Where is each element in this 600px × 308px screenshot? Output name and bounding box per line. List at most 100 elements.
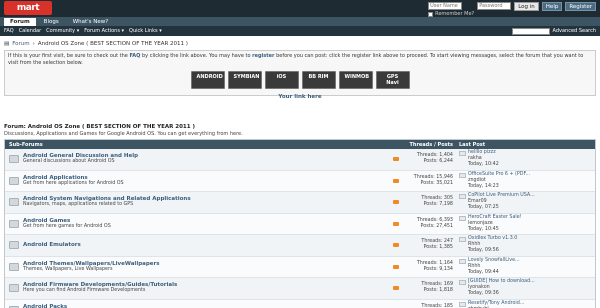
subforum-info: Android General Discussion and Help Gener… [23,153,393,165]
subforum-stats: Threads: 1,404 Posts: 6,244 [401,153,459,165]
nav-quick-links[interactable]: Quick Links ▾ [129,28,162,34]
subforum-info: Android Themes/Wallpapers/LiveWallpapers… [23,261,393,273]
thread-icon [459,151,466,157]
logo-text: mart [16,3,40,13]
nav-calendar[interactable]: Calendar [19,28,41,34]
breadcrumb-forum[interactable]: Forum [12,41,29,47]
breadcrumb: ▤ Forum › Android OS Zone ( BEST SECTION… [4,39,596,48]
rss-icon[interactable] [393,157,399,162]
platform-gpsnavi-button[interactable]: GPS Navi [375,71,410,89]
table-row[interactable]: Android Emulators Threads: 247 Posts: 1,38… [5,235,595,257]
subforum-stats: Threads: 247 Posts: 1,385 [401,239,459,251]
nav-community[interactable]: Community ▾ [46,28,79,34]
remember-label: Remember Me? [435,11,475,17]
platform-android-button[interactable]: ANDROID [190,71,225,89]
subforum-stats: Threads: 169 Posts: 1,818 [401,282,459,294]
login-button[interactable]: Log in [514,2,539,11]
faq-link[interactable]: FAQ [129,53,140,59]
post-count: Posts: 27,451 [420,223,453,229]
welcome-notice: If this is your first visit, be sure to … [4,50,596,100]
home-icon[interactable]: ▤ [4,41,9,47]
register-link[interactable]: register [252,53,274,59]
table-row[interactable]: Android Firmware Developments/Guides/Tut… [5,278,595,300]
thread-icon [459,215,466,221]
table-row[interactable]: Android PacksApplications and Games pack… [5,299,595,308]
rss-icon[interactable] [393,178,399,183]
notice-text: If this is your first visit, be sure to … [8,53,584,66]
rss-icon[interactable] [393,200,399,205]
rss-icon[interactable] [393,243,399,248]
last-post-time: Today, 09:36 [468,291,499,297]
search-input[interactable] [511,27,550,35]
tab-whats-new[interactable]: What's New? [67,18,115,26]
forum-description: Discussions, Applications and Games for … [4,131,243,137]
subforum-name[interactable]: Android Emulators [23,242,393,248]
post-count: Posts: 35,021 [420,180,453,186]
platform-buttons: ANDROID SYMBIAN iOS BB RIM WINMOB GPS Na… [8,71,592,89]
platform-bbrim-button[interactable]: BB RIM [301,71,336,89]
last-post-time: Today, 14:23 [468,183,499,189]
tab-blogs[interactable]: Blogs [38,18,65,26]
last-post: [GUIDE] How to download... lyonakon Today,… [459,279,591,297]
remember-me[interactable]: Remember Me? [428,11,474,17]
nav-tabs: Forum Blogs What's New? [0,17,600,26]
platform-ios-button[interactable]: iOS [264,71,299,89]
remember-checkbox[interactable] [428,11,434,17]
rss-icon[interactable] [393,221,399,226]
ad-spacer [0,98,600,124]
breadcrumb-current: Android OS Zone ( BEST SECTION OF THE YE… [37,40,188,47]
subforum-table: Sub-Forums Threads / Posts Last Post And… [4,139,596,308]
thread-icon [459,301,466,307]
subforum-desc: Here you can find Android Firmware Devel… [23,288,146,294]
subforum-desc: General discussions about Android OS [23,159,115,165]
post-count: Posts: 1,818 [423,288,453,294]
table-row[interactable]: Android Games Get from here games for And… [5,213,595,235]
rss-icon[interactable] [393,286,399,291]
forum-status-icon [9,176,19,185]
nav-faq[interactable]: FAQ [4,28,14,34]
rss-icon[interactable] [393,264,399,269]
last-post-time: Today, 09:56 [468,248,499,254]
advanced-search-link[interactable]: Advanced Search [553,28,596,34]
subforum-name[interactable]: Android Packs [23,304,393,308]
table-row[interactable]: Android General Discussion and Help Gener… [5,149,595,171]
subforum-info: Android Applications Get from here applic… [23,175,393,187]
password-input[interactable] [477,2,512,10]
last-post-time: Today, 10:42 [468,162,499,168]
register-button[interactable]: Register [565,2,596,11]
platform-symbian-button[interactable]: SYMBIAN [227,71,262,89]
tab-forum[interactable]: Forum [4,18,36,26]
subforum-info: Android PacksApplications and Games pack… [23,304,393,308]
username-input[interactable] [428,2,463,10]
post-count: Posts: 6,244 [423,159,453,165]
subforum-stats: Threads: 185Posts: 1,113 [401,304,459,308]
breadcrumb-separator-icon: › [32,40,35,47]
last-post: Lovely SnowfallLive... Rhhh Today, 09:44 [459,258,591,276]
forum-status-icon [9,284,19,293]
subforum-desc: Get from here applications for Android O… [23,180,124,186]
col-last-post[interactable]: Last Post [459,142,591,148]
forum-title: Forum: Android OS Zone ( BEST SECTION OF… [4,124,196,130]
forum-status-icon [9,262,19,271]
last-post: CoPilot Live Premium USA... Emar09 Today, … [459,193,591,211]
forum-status-icon [9,198,19,207]
site-logo[interactable]: mart [4,1,52,15]
col-subforums: Sub-Forums [9,141,43,148]
forum-status-icon [9,155,19,164]
table-row[interactable]: Android Applications Get from here applic… [5,170,595,192]
subforum-info: Android Firmware Developments/Guides/Tut… [23,282,393,294]
subforum-stats: Threads: 15,946 Posts: 35,021 [401,175,459,187]
platform-winmob-button[interactable]: WINMOB [338,71,373,89]
subforum-info: Android System Navigations and Related A… [23,196,393,208]
subforum-stats: Threads: 1,164 Posts: 9,134 [401,261,459,273]
forum-status-icon [9,241,19,250]
table-row[interactable]: Android Themes/Wallpapers/LiveWallpapers… [5,256,595,278]
login-form: Remember Me? Log in Help Register [428,2,596,17]
subforum-desc: Get from here games for Android OS [23,223,111,229]
help-button[interactable]: Help [541,2,563,11]
thread-icon [459,237,466,243]
col-threads-posts[interactable]: Threads / Posts [399,142,459,148]
nav-forum-actions[interactable]: Forum Actions ▾ [84,28,124,34]
last-post: hellllo pizzz rakha Today, 10:42 [459,150,591,168]
table-row[interactable]: Android System Navigations and Related A… [5,192,595,214]
